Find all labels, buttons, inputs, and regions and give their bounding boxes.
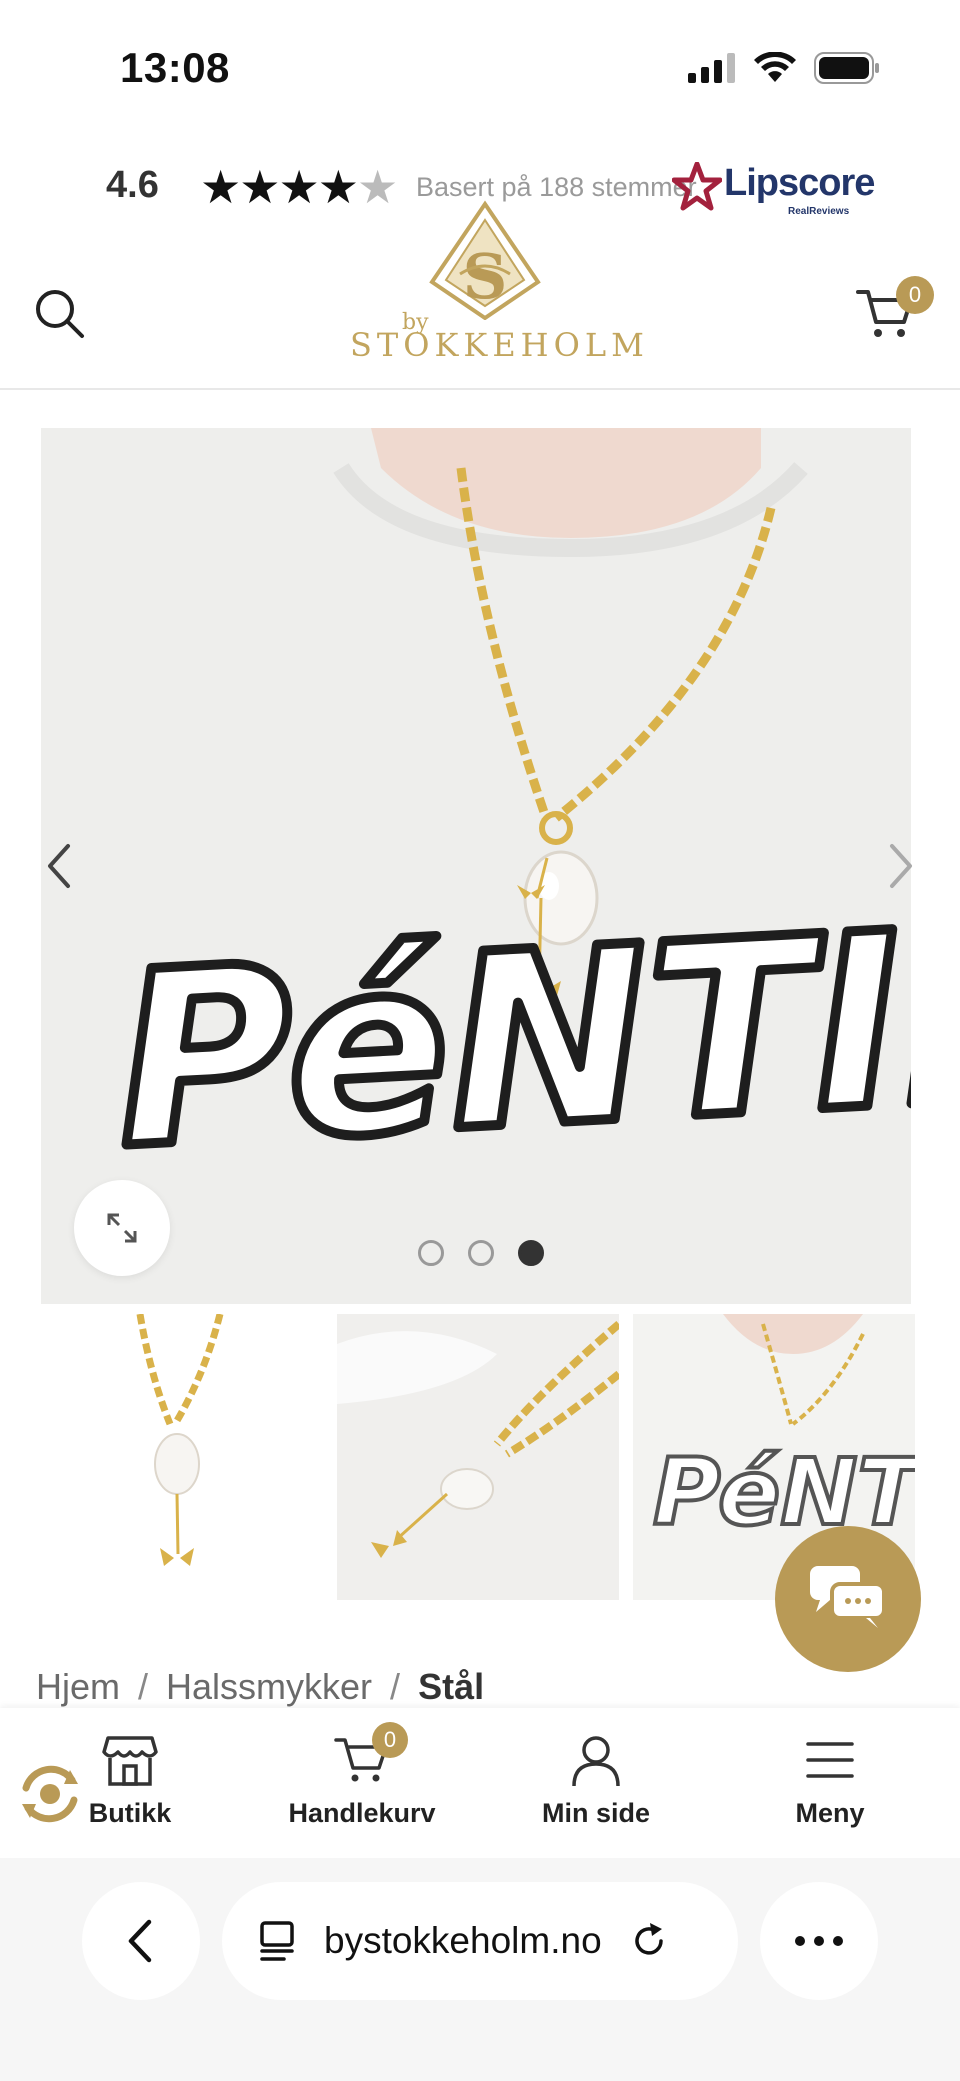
breadcrumb: Hjem / Halssmykker / Stål [36,1666,484,1708]
reload-icon[interactable] [628,1920,670,1962]
wifi-icon [754,52,796,82]
cellular-signal-icon [688,53,735,83]
lipscore-name: Lipscore [724,162,875,204]
nav-account[interactable]: Min side [496,1728,696,1838]
page-menu-icon [260,1921,294,1961]
carousel-dots [418,1240,544,1266]
loyalty-widget-button[interactable] [14,1758,86,1830]
site-header: S by STOKKEHOLM 0 [0,200,960,390]
rating-text: Basert på 188 stemmer [416,172,697,202]
carousel-prev-button[interactable] [30,826,90,906]
nav-cart-badge: 0 [372,1722,408,1758]
search-button[interactable] [30,284,90,344]
search-icon [36,290,84,338]
chat-icon [810,1566,886,1628]
zoom-button[interactable] [74,1180,170,1276]
thumbnail-detail-image [337,1314,619,1600]
more-icon [795,1936,843,1946]
thumbnail-2[interactable] [337,1314,619,1600]
browser-more-button[interactable] [760,1882,878,2000]
nav-menu[interactable]: Meny [730,1728,930,1838]
menu-icon [806,1742,854,1778]
chevron-left-icon [128,1919,152,1963]
site-logo[interactable]: S by STOKKEHOLM [350,200,649,365]
carousel-dot[interactable] [418,1240,444,1266]
status-icons [688,52,880,84]
nav-menu-label: Meny [795,1798,865,1828]
carousel-dot[interactable] [468,1240,494,1266]
breadcrumb-separator: / [138,1666,149,1707]
nav-cart-label: Handlekurv [288,1798,436,1828]
browser-toolbar: bystokkeholm.no [0,1858,960,2081]
product-main-image[interactable]: PéNTIDF [41,428,911,1304]
product-photo: PéNTIDF [41,428,911,1304]
logo-text: STOKKEHOLM [350,326,649,364]
browser-back-button[interactable] [82,1882,200,2000]
expand-icon [107,1213,137,1243]
logo-emblem-icon: S [429,200,541,320]
url-text: bystokkeholm.no [324,1920,602,1961]
nav-cart[interactable]: Handlekurv [262,1728,462,1838]
status-time: 13:08 [120,44,230,91]
nav-account-label: Min side [541,1798,650,1828]
breadcrumb-category[interactable]: Halssmykker [166,1666,372,1708]
thumbnail-necklace-image [136,1314,224,1566]
bottom-nav: Butikk Handlekurv 0 Min side Meny [0,1708,960,1858]
loyalty-icon [22,1765,78,1823]
breadcrumb-current: Stål [418,1666,485,1707]
chevron-right-icon [890,844,912,888]
carousel-dot-active[interactable] [518,1240,544,1266]
thumbnail-1[interactable] [40,1314,322,1600]
chat-button[interactable] [775,1526,921,1672]
battery-icon [814,52,879,84]
svg-text:PéNTIDF: PéNTIDF [653,1439,915,1546]
svg-text:S: S [463,240,508,313]
chevron-left-icon [48,844,70,888]
store-icon [102,1736,158,1786]
breadcrumb-home[interactable]: Hjem [36,1666,120,1708]
status-bar: 13:08 [0,0,960,140]
carousel-next-button[interactable] [870,826,930,906]
address-bar[interactable]: bystokkeholm.no [222,1882,738,2000]
user-icon [572,1736,620,1787]
header-cart-badge: 0 [896,276,934,314]
breadcrumb-separator: / [390,1666,401,1707]
